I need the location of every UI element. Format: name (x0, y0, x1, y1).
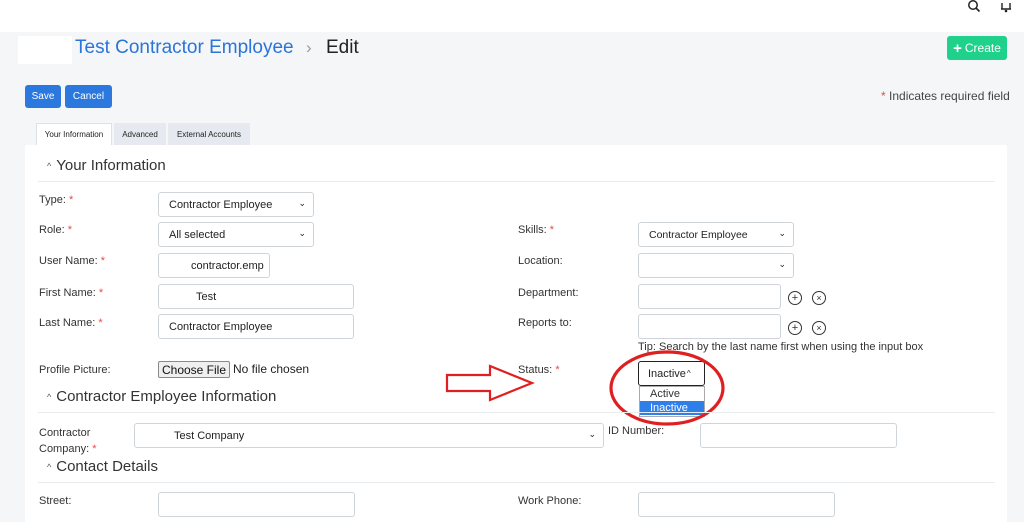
section-header-your-information[interactable]: ^ Your Information (47, 157, 166, 174)
profile-picture-label: Profile Picture: (39, 364, 111, 376)
type-select[interactable]: Contractor Employee ⌄ (158, 192, 314, 217)
id-number-input[interactable] (700, 423, 897, 448)
role-select[interactable]: All selected ⌄ (158, 222, 314, 247)
user-name-input[interactable]: contractor.emp (158, 253, 270, 278)
file-status-text: No file chosen (233, 362, 310, 376)
collapse-icon: ^ (47, 461, 52, 472)
first-name-input[interactable]: Test (158, 284, 354, 309)
plus-icon: + (953, 39, 962, 57)
divider (38, 412, 995, 413)
work-phone-input[interactable] (638, 492, 835, 517)
skills-select[interactable]: Contractor Employee ⌄ (638, 222, 794, 247)
bell-icon[interactable] (998, 0, 1014, 14)
annotation-arrow (445, 364, 535, 402)
add-department-icon[interactable]: + (788, 291, 802, 305)
tab-advanced[interactable]: Advanced (114, 123, 166, 145)
location-select[interactable]: ⌄ (638, 253, 794, 278)
clear-department-icon[interactable]: × (812, 291, 826, 305)
add-reports-to-icon[interactable]: + (788, 321, 802, 335)
breadcrumb-separator: › (306, 38, 312, 57)
reports-to-label: Reports to: (518, 317, 572, 329)
required-field-note: * Indicates required field (881, 89, 1010, 103)
clear-reports-to-icon[interactable]: × (812, 321, 826, 335)
required-note-text: Indicates required field (889, 89, 1010, 103)
divider (38, 181, 995, 182)
section-title: Your Information (56, 157, 166, 174)
divider (38, 482, 995, 483)
street-input[interactable] (158, 492, 355, 517)
section-title: Contact Details (56, 458, 158, 475)
chevron-down-icon: ⌄ (778, 259, 786, 269)
user-name-label: User Name: * (39, 255, 106, 267)
section-title: Contractor Employee Information (56, 388, 277, 405)
last-name-label: Last Name: * (39, 317, 103, 329)
contractor-company-label: Contractor Company: * (39, 427, 97, 455)
first-name-label: First Name: * (39, 287, 104, 299)
required-star: * (881, 89, 886, 103)
collapse-icon: ^ (47, 160, 52, 171)
department-input[interactable] (638, 284, 781, 309)
top-bar (0, 0, 1024, 32)
role-label: Role: * (39, 224, 73, 236)
collapse-icon: ^ (47, 391, 52, 402)
save-button[interactable]: Save (25, 85, 61, 108)
chevron-down-icon: ⌄ (298, 198, 306, 208)
cancel-button[interactable]: Cancel (65, 85, 112, 108)
type-label: Type: * (39, 194, 74, 206)
work-phone-label: Work Phone: (518, 495, 582, 507)
search-icon[interactable] (966, 0, 982, 14)
create-button[interactable]: + Create (947, 36, 1007, 60)
tab-external-accounts[interactable]: External Accounts (168, 123, 250, 145)
chevron-down-icon: ⌄ (588, 429, 596, 439)
chevron-down-icon: ⌄ (298, 228, 306, 238)
create-button-label: Create (964, 41, 1001, 55)
contractor-company-select[interactable]: Test Company ⌄ (134, 423, 604, 448)
page-title: Edit (326, 37, 359, 58)
reports-to-input[interactable] (638, 314, 781, 339)
id-number-label: ID Number: (608, 425, 665, 437)
skills-label: Skills: * (518, 224, 555, 236)
section-header-contact-details[interactable]: ^ Contact Details (47, 458, 158, 475)
logo (18, 36, 72, 64)
street-label: Street: (39, 495, 72, 507)
section-header-contractor-info[interactable]: ^ Contractor Employee Information (47, 388, 276, 405)
annotation-circle (609, 350, 725, 426)
location-label: Location: (518, 255, 563, 267)
department-label: Department: (518, 287, 579, 299)
chevron-down-icon: ⌄ (778, 228, 786, 238)
tab-your-information[interactable]: Your Information (36, 123, 112, 145)
last-name-input[interactable]: Contractor Employee (158, 314, 354, 339)
choose-file-button[interactable]: Choose File (158, 361, 230, 378)
breadcrumb-parent-link[interactable]: Test Contractor Employee (75, 37, 294, 59)
